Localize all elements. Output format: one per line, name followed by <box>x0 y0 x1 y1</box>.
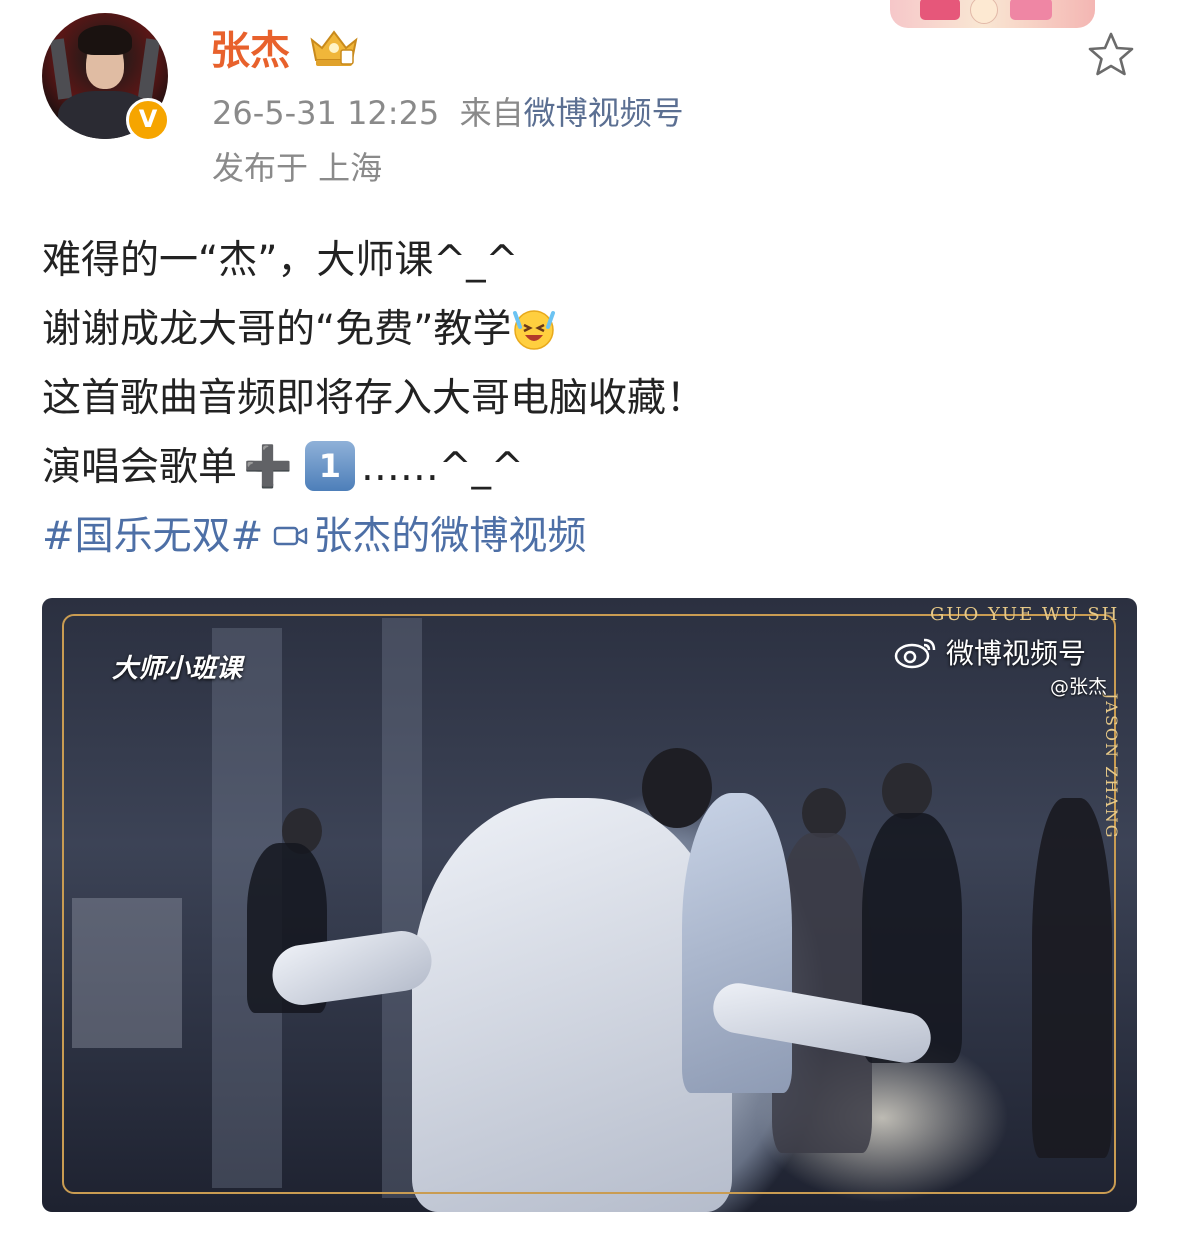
weibo-logo-icon <box>894 638 936 669</box>
location: 发布于 上海 <box>212 149 383 187</box>
post-text: ……^_^ <box>360 445 524 490</box>
post-links: #国乐无双# 张杰的微博视频 <box>42 502 705 571</box>
banner-sticker <box>1010 0 1052 20</box>
avatar-detail <box>49 38 73 100</box>
avatar-detail <box>137 38 161 100</box>
source-prefix: 来自 <box>459 94 524 132</box>
watermark-brand: 微博视频号 <box>894 632 1086 672</box>
video-label: 大师小班课 <box>112 654 243 684</box>
verified-v-icon: V <box>126 98 170 142</box>
hashtag-link[interactable]: #国乐无双# <box>42 514 263 559</box>
video-deco-text: GUO YUE WU SH <box>930 604 1120 625</box>
post-line: 谢谢成龙大哥的“免费”教学 <box>42 295 705 364</box>
keycap-one-emoji: 1 <box>304 440 355 491</box>
star-outline-icon[interactable] <box>1086 30 1136 80</box>
username[interactable]: 张杰 <box>210 18 290 76</box>
avatar-detail <box>78 25 132 55</box>
video-camera-icon[interactable] <box>273 523 309 549</box>
watermark-user: @张杰 <box>1050 676 1108 698</box>
watermark-brand-text: 微博视频号 <box>946 637 1087 670</box>
post-body: 难得的一“杰”，大师课^_^ 谢谢成龙大哥的“免费”教学 这首歌曲音频即将存入大… <box>42 226 705 571</box>
banner-face <box>970 0 998 24</box>
video-link[interactable]: 张杰的微博视频 <box>313 514 586 559</box>
post-line: 这首歌曲音频即将存入大哥电脑收藏！ <box>42 376 706 421</box>
video-gold-frame <box>62 614 1116 1194</box>
video-player[interactable]: 大师小班课 GUO YUE WU SH JASON ZHANG 微博视频号 @张… <box>42 598 1137 1212</box>
laughing-crying-emoji-icon <box>513 309 556 350</box>
post-line: 难得的一“杰”，大师课^_^ <box>42 238 519 283</box>
top-banner-thumbnail[interactable] <box>890 0 1095 28</box>
plus-emoji: ➕ <box>243 444 293 490</box>
video-deco-text: JASON ZHANG <box>1102 693 1121 840</box>
crown-icon[interactable] <box>306 26 362 70</box>
post-line: 演唱会歌单 ➕ 1 ……^_^ <box>42 433 705 502</box>
post-text: 谢谢成龙大哥的“免费”教学 <box>42 307 512 352</box>
source-link[interactable]: 微博视频号 <box>524 94 684 132</box>
timestamp: 26-5-31 12:25 <box>212 94 440 132</box>
post-meta: 26-5-31 12:25 来自微博视频号 <box>212 88 684 134</box>
banner-sticker <box>920 0 960 20</box>
post-text: 演唱会歌单 <box>42 445 238 490</box>
